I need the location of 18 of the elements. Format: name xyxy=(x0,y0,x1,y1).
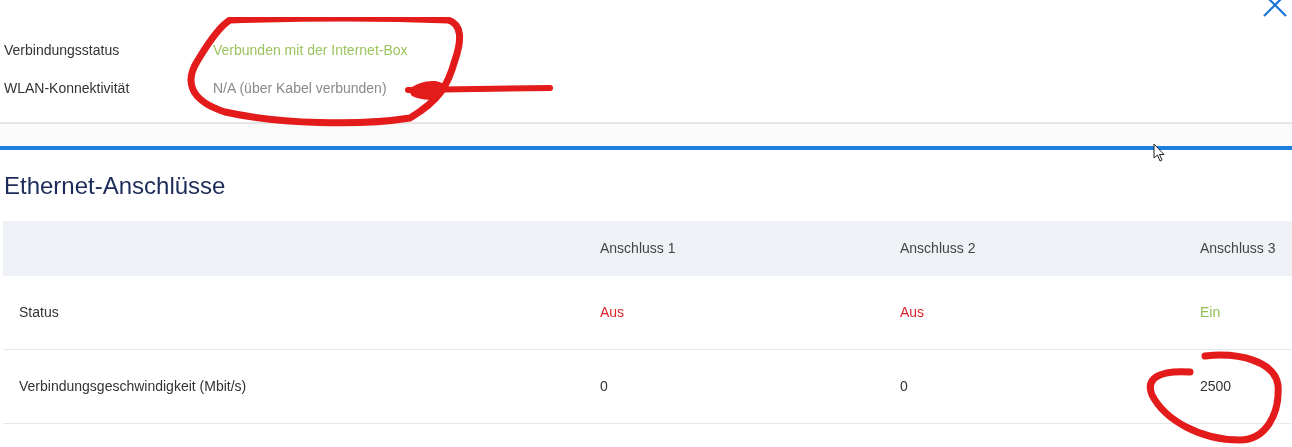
info-value: Verbunden mit der Internet-Box xyxy=(213,40,408,60)
table-cell-text: 0 xyxy=(900,377,909,396)
table-cell-text: 2500 xyxy=(1200,377,1233,396)
info-value: N/A (über Kabel verbunden) xyxy=(213,78,387,98)
cursor-icon xyxy=(1153,143,1167,163)
row-label: Status xyxy=(18,303,60,322)
section-title: Ethernet-Anschlüsse xyxy=(4,170,226,201)
table-cell-text: 0 xyxy=(600,377,609,396)
column-header: Anschluss 1 xyxy=(600,239,677,258)
column-header: Anschluss 3 xyxy=(1200,239,1277,258)
table-cell-text: Aus xyxy=(600,303,626,322)
table-cell-text: Aus xyxy=(900,303,926,322)
table-cell-text: Ein xyxy=(1200,303,1222,322)
column-header: Anschluss 2 xyxy=(900,239,977,258)
info-label: WLAN-Konnektivität xyxy=(4,78,131,98)
row-label: Verbindungsgeschwindigkeit (Mbit/s) xyxy=(18,377,248,396)
close-icon[interactable] xyxy=(1262,0,1288,18)
info-label: Verbindungsstatus xyxy=(4,40,121,60)
